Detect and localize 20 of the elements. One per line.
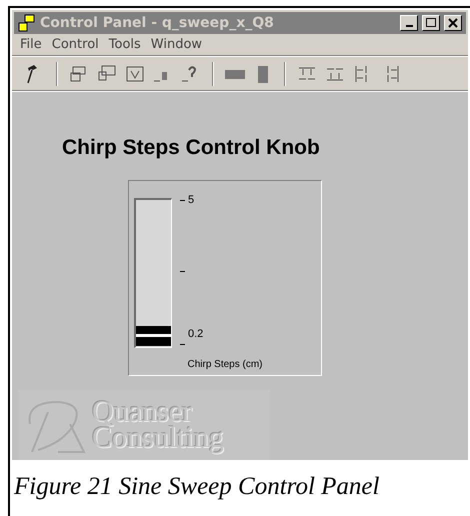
menu-item[interactable]: Tools <box>108 34 141 54</box>
menu-item[interactable]: Window <box>150 34 202 54</box>
close-icon <box>448 18 458 28</box>
window-title: Control Panel - q_sweep_x_Q8 <box>40 14 274 32</box>
tick-label: 0.2 <box>188 326 204 342</box>
menu-item[interactable]: File <box>20 34 42 54</box>
maximize-button[interactable] <box>422 15 440 31</box>
panel-title: Chirp Steps Control Knob <box>62 135 321 161</box>
slider-knob[interactable] <box>136 326 171 346</box>
minimize-button[interactable] <box>400 15 418 31</box>
tick-label: 5 <box>188 192 194 208</box>
minimize-icon <box>406 25 412 27</box>
tick-mark <box>180 270 185 272</box>
figure-caption: Figure 21 Sine Sweep Control Panel <box>14 472 380 502</box>
slider-track[interactable] <box>134 198 172 348</box>
close-button[interactable] <box>444 15 462 31</box>
app-icon <box>18 14 36 32</box>
knob-label: Chirp Steps (cm) <box>186 358 264 372</box>
maximize-icon <box>426 18 436 28</box>
menu-item[interactable]: Control <box>52 34 99 54</box>
